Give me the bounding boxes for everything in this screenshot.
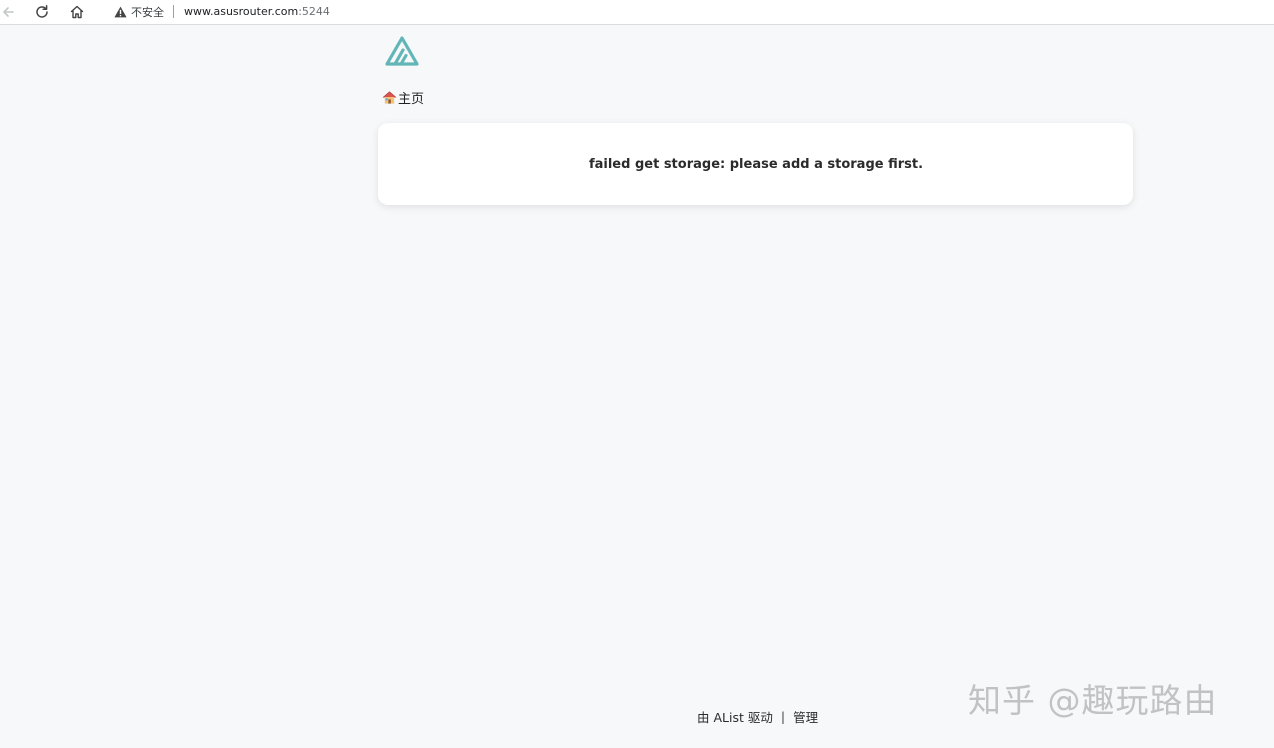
footer: 由 AList 驱动 | 管理 [697, 707, 818, 726]
alist-logo-icon [385, 36, 419, 66]
error-message: failed get storage: please add a storage… [588, 156, 924, 172]
house-emoji-icon [382, 91, 397, 104]
powered-by-link[interactable]: 由 AList 驱动 [697, 707, 773, 726]
address-bar[interactable]: 不安全 www.asusrouter.com:5244 [101, 0, 1271, 23]
error-card: failed get storage: please add a storage… [378, 123, 1133, 205]
back-arrow-icon [3, 7, 14, 17]
watermark: 知乎 @趣玩路由 [968, 681, 1218, 720]
browser-toolbar: 不安全 www.asusrouter.com:5244 [0, 0, 1274, 25]
url-port: :5244 [298, 5, 330, 18]
address-separator [173, 5, 174, 18]
breadcrumb-label: 主页 [398, 92, 425, 107]
admin-link[interactable]: 管理 [793, 707, 818, 726]
alist-logo[interactable] [384, 35, 420, 67]
warning-icon [114, 6, 127, 17]
footer-separator: | [780, 709, 786, 724]
url-text[interactable]: www.asusrouter.com:5244 [184, 5, 330, 18]
back-button[interactable] [0, 2, 18, 22]
breadcrumb-home[interactable]: 主页 [382, 88, 424, 107]
security-indicator[interactable]: 不安全 [114, 4, 164, 20]
url-host: www.asusrouter.com [184, 5, 299, 18]
home-button[interactable] [67, 2, 87, 22]
reload-icon [36, 5, 48, 18]
reload-button[interactable] [32, 2, 52, 22]
security-label: 不安全 [131, 5, 164, 19]
home-icon [70, 5, 84, 19]
